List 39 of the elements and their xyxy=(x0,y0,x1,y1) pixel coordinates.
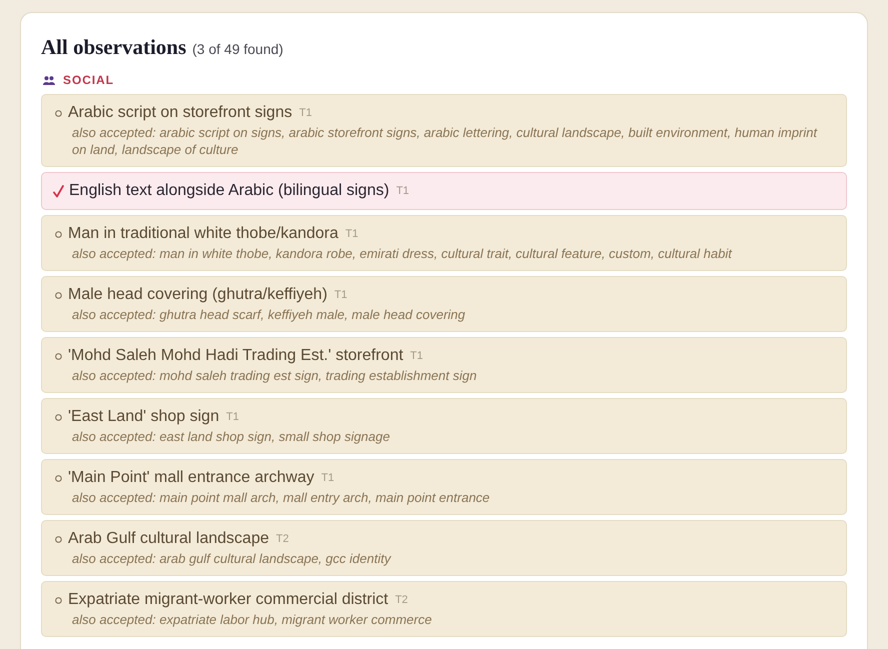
panel-title: All observations xyxy=(41,34,186,60)
circle-icon xyxy=(55,536,62,542)
check-icon xyxy=(53,184,64,198)
accepted-terms: also accepted: east land shop sign, small shop signage xyxy=(72,428,391,445)
circle-icon xyxy=(55,414,62,420)
observation-title: 'East Land' shop sign xyxy=(68,407,220,427)
observation-title: Male head covering (ghutra/keffiyeh) xyxy=(68,285,328,305)
circle-icon xyxy=(55,352,62,360)
circle-icon xyxy=(55,292,62,298)
observation-title: English text alongside Arabic (bilingual signs) xyxy=(69,181,390,201)
observation-title: Man in traditional white thobe/kandora xyxy=(68,224,338,244)
tier-label: T1 xyxy=(396,184,410,199)
circle-icon xyxy=(55,474,62,482)
accepted-terms: also accepted: ghutra head scarf, keffiyeh male, male head covering xyxy=(72,306,466,323)
accepted-terms: also accepted: arab gulf cultural landscape, gcc identity xyxy=(72,550,392,567)
observation-title: 'Mohd Saleh Mohd Hadi Trading Est.' storefront xyxy=(68,346,404,366)
tier-label: T1 xyxy=(334,288,348,303)
section-label: SOCIAL xyxy=(63,72,114,89)
tier-label: T1 xyxy=(299,106,312,121)
tier-label: T2 xyxy=(276,532,289,547)
accepted-terms: also accepted: expatriate labor hub, migrant worker commerce xyxy=(72,611,433,628)
accepted-terms: also accepted: main point mall arch, mall entry arch, main point entrance xyxy=(72,489,491,506)
circle-icon xyxy=(55,110,62,116)
people-icon xyxy=(43,76,55,84)
accepted-terms: also accepted: arabic script on signs, arabic storefront signs, arabic lettering, cultural landscape, built environment, human imprint on land, landscape of culture xyxy=(72,124,818,158)
tier-label: T1 xyxy=(410,348,424,364)
circle-icon xyxy=(55,596,62,604)
observation-title: Arabic script on storefront signs xyxy=(68,103,292,123)
found-count: (3 of 49 found) xyxy=(192,40,284,59)
tier-label: T1 xyxy=(345,226,358,242)
observation-title: Arab Gulf cultural landscape xyxy=(68,529,269,549)
accepted-terms: also accepted: man in white thobe, kandora robe, emirati dress, cultural trait, cultural feature, custom, cultural habit xyxy=(72,245,734,262)
observation-title: Expatriate migrant-worker commercial district xyxy=(68,590,388,610)
accepted-terms: also accepted: mohd saleh trading est sign, trading establishment sign xyxy=(72,367,478,384)
tier-label: T1 xyxy=(226,410,239,425)
observation-title: 'Main Point' mall entrance archway xyxy=(68,468,314,488)
circle-icon xyxy=(55,230,62,238)
tier-label: T2 xyxy=(395,592,408,608)
tier-label: T1 xyxy=(321,470,334,486)
